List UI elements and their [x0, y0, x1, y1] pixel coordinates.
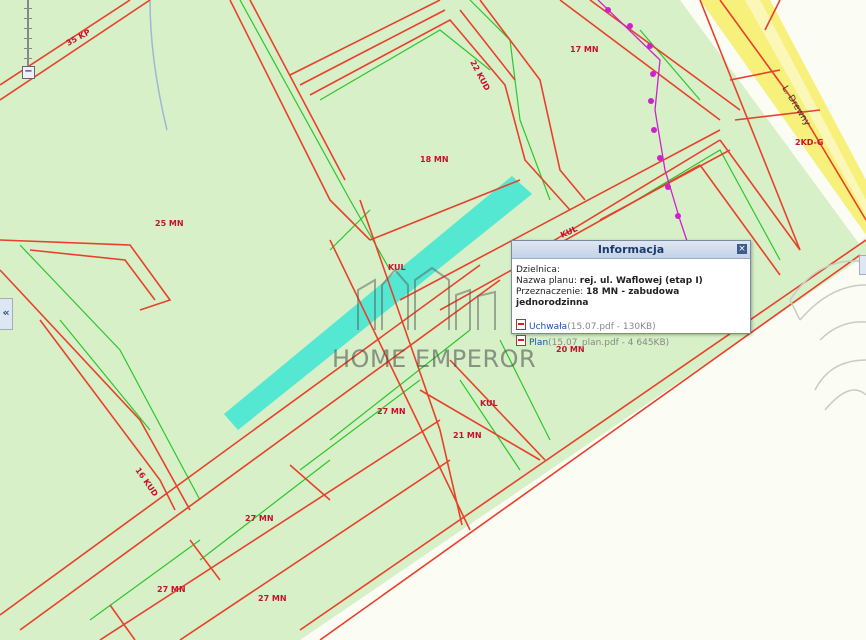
zoom-tick	[24, 48, 32, 49]
plan-name-label: Nazwa planu:	[516, 276, 577, 286]
zoom-out-button[interactable]: −	[22, 66, 35, 79]
zone-label-17mn: 17 MN	[570, 45, 599, 54]
zone-label-2kdg: 2KD-G	[795, 138, 823, 147]
pdf-icon	[516, 335, 526, 346]
doc-row-uchwala: Uchwała(15.07.pdf - 130KB)	[516, 319, 746, 333]
zone-label-25mn: 25 MN	[155, 219, 184, 228]
zone-label-21mn: 21 MN	[453, 431, 482, 440]
popup-header: Informacja ×	[512, 241, 750, 259]
zone-label-27mn-1: 27 MN	[377, 407, 406, 416]
zone-label-27mn-3: 27 MN	[157, 585, 186, 594]
popup-title: Informacja	[597, 243, 665, 256]
zoom-track[interactable]	[27, 0, 29, 66]
watermark-text: HOME EMPEROR	[332, 345, 537, 373]
doc-row-plan: Plan(15.07_plan.pdf - 4 645KB)	[516, 335, 746, 349]
zone-label-kul-3: KUL	[480, 399, 498, 408]
dzielnica-row: Dzielnica:	[516, 265, 746, 276]
plan-link[interactable]: Plan	[529, 338, 548, 348]
popup-body: Dzielnica: Nazwa planu: rej. ul. Waflowe…	[512, 259, 750, 349]
zone-label-27mn-2: 27 MN	[245, 514, 274, 523]
purpose-label: Przeznaczenie:	[516, 287, 584, 297]
collapse-panel-button[interactable]: «	[0, 298, 13, 330]
uchwala-link[interactable]: Uchwała	[529, 322, 567, 332]
zone-label-18mn: 18 MN	[420, 155, 449, 164]
uchwala-meta: (15.07.pdf - 130KB)	[567, 322, 656, 332]
plan-name-row: Nazwa planu: rej. ul. Waflowej (etap I)	[516, 276, 746, 287]
zoom-tick	[24, 38, 32, 39]
zoom-tick	[24, 28, 32, 29]
pdf-icon	[516, 319, 526, 330]
purpose-row: Przeznaczenie: 18 MN - zabudowa jednorod…	[516, 287, 746, 309]
dzielnica-label: Dzielnica:	[516, 265, 560, 275]
zone-label-27mn-4: 27 MN	[258, 594, 287, 603]
plan-meta: (15.07_plan.pdf - 4 645KB)	[548, 338, 670, 348]
info-popup: Informacja × Dzielnica: Nazwa planu: rej…	[511, 240, 751, 348]
zoom-control[interactable]: −	[20, 0, 36, 79]
zoom-tick	[24, 18, 32, 19]
zoom-tick	[24, 8, 32, 9]
zoom-tick	[24, 58, 32, 59]
plan-name-value: rej. ul. Waflowej (etap I)	[579, 276, 703, 286]
right-panel-tab[interactable]	[859, 255, 866, 275]
close-icon[interactable]: ×	[737, 244, 747, 254]
